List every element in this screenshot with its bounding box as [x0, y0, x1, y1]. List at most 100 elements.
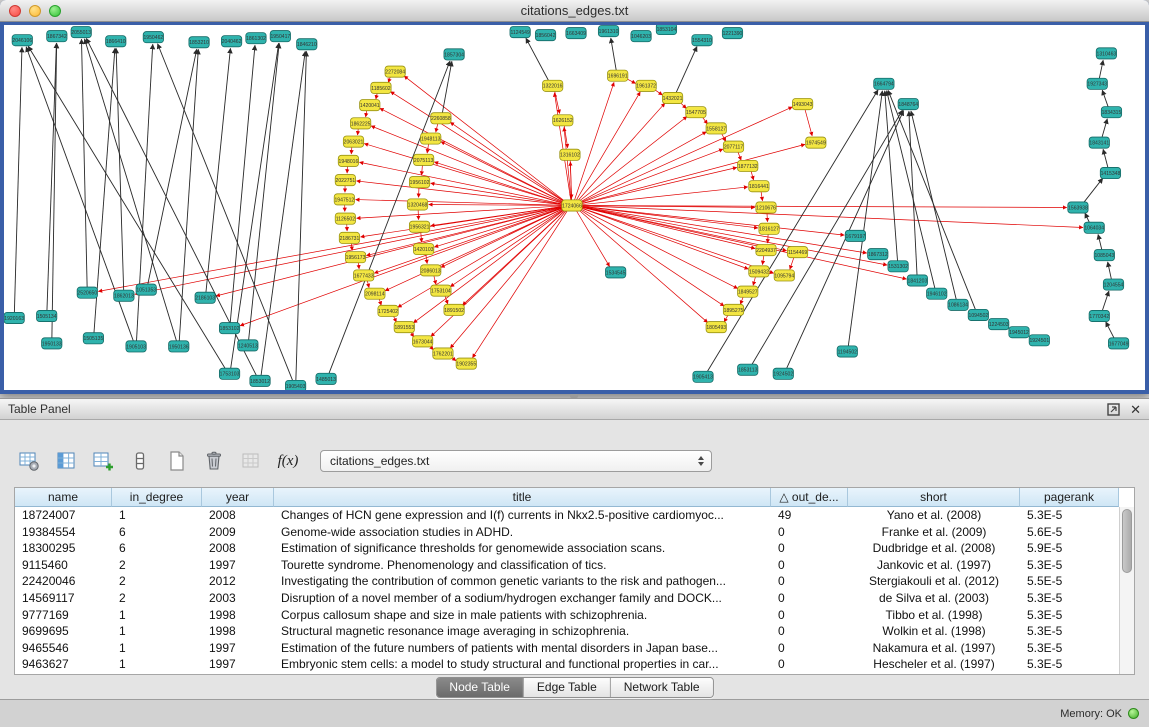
citation-edge-red[interactable] — [462, 208, 567, 305]
network-node[interactable]: 1126502 — [335, 213, 355, 224]
citation-edge-red[interactable] — [356, 181, 565, 205]
column-header-short[interactable]: short — [848, 488, 1020, 507]
network-node[interactable]: 1124549 — [510, 27, 530, 38]
network-node[interactable]: 1853104 — [656, 25, 676, 35]
table-row[interactable]: 2242004622012Investigating the contribut… — [15, 573, 1119, 590]
scrollbar-thumb[interactable] — [1122, 509, 1132, 573]
network-node[interactable]: 1841203 — [907, 275, 927, 286]
network-node[interactable]: 1725402 — [378, 305, 398, 316]
network-node[interactable]: 1677433 — [354, 270, 374, 281]
network-node[interactable]: 1086134 — [948, 299, 968, 310]
citation-edge-black[interactable] — [786, 111, 904, 371]
network-node[interactable]: 2077117 — [723, 141, 743, 152]
network-node[interactable]: 1956173 — [345, 252, 365, 263]
network-node[interactable]: 2186731 — [339, 232, 359, 243]
network-node[interactable]: 1856042 — [535, 30, 555, 41]
network-node[interactable]: 1853102 — [219, 323, 239, 334]
network-node[interactable]: 1531302 — [888, 261, 908, 272]
citation-edge-red[interactable] — [578, 187, 748, 205]
window-titlebar[interactable]: citations_edges.txt — [0, 0, 1149, 22]
tab-network-table[interactable]: Network Table — [611, 678, 713, 697]
function-builder-button[interactable]: f(x) — [275, 448, 301, 474]
table-row[interactable]: 977716911998Corpus callosum shape and si… — [15, 607, 1119, 624]
float-panel-icon[interactable] — [1107, 403, 1120, 416]
network-node[interactable]: 1956321 — [409, 221, 429, 232]
import-table-icon[interactable] — [238, 448, 264, 474]
network-node[interactable]: 1805493 — [706, 322, 726, 333]
network-node[interactable]: 1849527 — [738, 286, 758, 297]
citation-edge-red[interactable] — [450, 122, 567, 203]
network-node[interactable]: 1762201 — [433, 348, 453, 359]
network-node[interactable]: 1677049 — [1108, 338, 1128, 349]
table-row[interactable]: 946362711997Embryonic stem cells: a mode… — [15, 656, 1119, 673]
network-node[interactable]: 1843141 — [1089, 137, 1109, 148]
network-node[interactable]: 1950136 — [169, 341, 189, 352]
network-node[interactable]: 2098114 — [365, 288, 385, 299]
column-header-name[interactable]: name — [15, 488, 112, 507]
select-columns-icon[interactable] — [53, 448, 79, 474]
network-node[interactable]: 1927343 — [1087, 78, 1107, 89]
citation-edge-red[interactable] — [578, 144, 805, 204]
citation-edge-red[interactable] — [371, 126, 566, 204]
network-node[interactable]: 1724066 — [562, 200, 582, 211]
citation-edge-red[interactable] — [434, 162, 566, 204]
network-node[interactable]: 1853012 — [250, 375, 270, 386]
network-node[interactable]: 1485013 — [316, 373, 336, 384]
network-node[interactable]: 1240513 — [238, 340, 258, 351]
network-node[interactable]: 1853210 — [189, 37, 209, 48]
network-node[interactable]: 1866410 — [106, 36, 126, 47]
citation-edge-red[interactable] — [577, 208, 708, 322]
table-row[interactable]: 1938455462009Genome-wide association stu… — [15, 524, 1119, 541]
table-row[interactable]: 969969511998Structural magnetic resonanc… — [15, 623, 1119, 640]
citation-edge-black[interactable] — [611, 38, 617, 72]
table-vertical-scrollbar[interactable] — [1119, 507, 1134, 674]
network-node[interactable]: 2055013 — [71, 27, 91, 38]
network-node[interactable]: 1948113 — [421, 133, 441, 144]
network-node[interactable]: 1663409 — [566, 28, 586, 39]
citation-edge-red[interactable] — [577, 132, 706, 204]
network-node[interactable]: 1974549 — [806, 137, 826, 148]
citation-edge-red[interactable] — [240, 207, 566, 326]
citation-edge-red[interactable] — [805, 108, 813, 136]
network-node[interactable]: 1924502 — [773, 368, 793, 379]
network-node[interactable]: 1867312 — [868, 249, 888, 260]
network-node[interactable]: 1432021 — [662, 92, 682, 103]
network-node[interactable]: 1895275 — [723, 304, 743, 315]
column-header-year[interactable]: year — [202, 488, 274, 507]
table-selector-dropdown[interactable]: citations_edges.txt — [320, 450, 712, 472]
network-node[interactable]: 1673044 — [412, 336, 432, 347]
citation-edge-black[interactable] — [1098, 234, 1102, 251]
column-header-pagerank[interactable]: pagerank — [1020, 488, 1119, 507]
network-node[interactable]: 1862013 — [114, 290, 134, 301]
table-row[interactable]: 911546021997Tourette syndrome. Phenomeno… — [15, 557, 1119, 574]
citation-edge-black[interactable] — [1099, 60, 1103, 80]
network-node[interactable]: 1534545 — [605, 267, 625, 278]
citation-edge-black[interactable] — [206, 48, 231, 293]
network-node[interactable]: 1961310 — [598, 26, 618, 37]
citation-edge-red[interactable] — [380, 108, 567, 203]
network-node[interactable]: 1224503 — [989, 319, 1009, 330]
tab-edge-table[interactable]: Edge Table — [524, 678, 611, 697]
citation-edge-red[interactable] — [578, 206, 907, 279]
network-node[interactable]: 1316102 — [560, 149, 580, 160]
network-node[interactable]: 2063021 — [343, 136, 363, 147]
citation-edge-black[interactable] — [28, 46, 226, 370]
table-row[interactable]: 1456911722003Disruption of a novel membe… — [15, 590, 1119, 607]
citation-edge-red[interactable] — [441, 207, 567, 267]
network-node[interactable]: 2046106 — [12, 35, 32, 46]
table-row[interactable]: 946554611997Estimation of the future num… — [15, 640, 1119, 657]
citation-edge-red[interactable] — [575, 209, 609, 267]
citation-edge-black[interactable] — [848, 91, 882, 348]
create-table-icon[interactable] — [164, 448, 190, 474]
network-node[interactable]: 1846210 — [297, 39, 317, 50]
network-node[interactable]: 1950417 — [270, 31, 290, 42]
network-node[interactable]: 1221390 — [722, 28, 742, 39]
network-node[interactable]: 1861302 — [246, 33, 266, 44]
network-node[interactable]: 2022751 — [335, 175, 355, 186]
network-node[interactable]: 1696191 — [608, 70, 628, 81]
network-node[interactable]: 1905403 — [285, 380, 305, 390]
citation-edge-black[interactable] — [148, 49, 197, 285]
close-panel-icon[interactable]: ✕ — [1130, 403, 1141, 416]
citation-edge-black[interactable] — [526, 38, 550, 82]
network-node[interactable]: 1626152 — [553, 115, 573, 126]
